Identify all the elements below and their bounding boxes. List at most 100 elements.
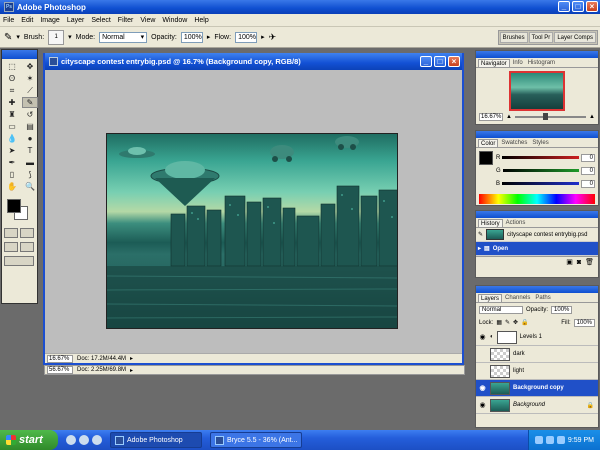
- layers-palette-header[interactable]: [476, 286, 598, 293]
- security-icon[interactable]: [556, 436, 565, 444]
- eye-icon[interactable]: ◉: [478, 333, 487, 341]
- mode-select[interactable]: Normal ▾: [99, 31, 148, 43]
- dodge-tool-icon[interactable]: ●: [22, 133, 38, 144]
- magic-wand-tool-icon[interactable]: ✶: [22, 73, 38, 84]
- brush-tool-icon[interactable]: ✎: [4, 32, 12, 43]
- navigator-zoom-slider[interactable]: [514, 113, 587, 120]
- zoom-tool-icon[interactable]: 🔍: [22, 181, 38, 192]
- palette-well-tab-layer-comps[interactable]: Layer Comps: [554, 32, 596, 43]
- notes-tool-icon[interactable]: ▯: [4, 169, 20, 180]
- tool-preset-dropdown-icon[interactable]: ▾: [16, 33, 20, 41]
- gradient-tool-icon[interactable]: ▤: [22, 121, 38, 132]
- crop-tool-icon[interactable]: ⌗: [4, 85, 20, 96]
- layer-row[interactable]: ◉ ◐ Levels 1: [476, 329, 598, 346]
- canvas-image[interactable]: [106, 133, 398, 329]
- history-palette-header[interactable]: [476, 211, 598, 218]
- shape-tool-icon[interactable]: ▬: [22, 157, 38, 168]
- marquee-tool-icon[interactable]: ⬚: [4, 61, 20, 72]
- standard-mode-button[interactable]: [4, 228, 18, 238]
- document-title-bar[interactable]: cityscape contest entrybig.psd @ 16.7% (…: [45, 53, 462, 70]
- lock-transparency-icon[interactable]: ▦: [496, 319, 502, 326]
- network-icon[interactable]: [534, 436, 543, 444]
- lock-pixels-icon[interactable]: ✎: [505, 319, 510, 326]
- pen-tool-icon[interactable]: ✒: [4, 157, 20, 168]
- airbrush-icon[interactable]: ✈: [269, 32, 277, 43]
- type-tool-icon[interactable]: T: [22, 145, 38, 156]
- tab-layers[interactable]: Layers: [478, 294, 503, 302]
- minimize-button[interactable]: _: [558, 1, 570, 12]
- channel-r-value[interactable]: 0: [581, 153, 595, 162]
- layer-row[interactable]: light: [476, 363, 598, 380]
- hand-tool-icon[interactable]: ✋: [4, 181, 20, 192]
- chevron-right-icon[interactable]: ▸: [130, 355, 133, 362]
- color-ramp[interactable]: [479, 194, 595, 204]
- toolbox-header[interactable]: [2, 50, 37, 59]
- internet-explorer-icon[interactable]: [66, 435, 76, 445]
- tab-info[interactable]: Info: [511, 59, 525, 67]
- channel-b-slider[interactable]: [502, 182, 579, 185]
- tab-paths[interactable]: Paths: [533, 294, 552, 302]
- media-player-icon[interactable]: [92, 435, 102, 445]
- history-snapshot[interactable]: ✎ cityscape contest entrybig.psd: [476, 228, 598, 242]
- blend-mode-select[interactable]: Normal: [479, 305, 523, 314]
- tab-history[interactable]: History: [478, 219, 503, 227]
- history-state-open[interactable]: ▸ ▤ Open: [476, 242, 598, 256]
- tab-histogram[interactable]: Histogram: [526, 59, 557, 67]
- clone-stamp-tool-icon[interactable]: ♜: [4, 109, 20, 120]
- layer-row[interactable]: ◉ Background copy: [476, 380, 598, 397]
- layer-row[interactable]: dark: [476, 346, 598, 363]
- layer-row[interactable]: ◉ Background 🔒: [476, 397, 598, 414]
- navigator-palette-header[interactable]: [476, 51, 598, 58]
- menu-select[interactable]: Select: [91, 17, 110, 24]
- delete-state-icon[interactable]: 🗑: [585, 258, 594, 266]
- lock-position-icon[interactable]: ✥: [513, 319, 518, 326]
- channel-r-slider[interactable]: [502, 156, 579, 159]
- opacity-slider-arrow-icon[interactable]: ▸: [207, 33, 211, 41]
- menu-layer[interactable]: Layer: [67, 17, 85, 24]
- flow-slider-arrow-icon[interactable]: ▸: [261, 33, 265, 41]
- chevron-right-icon[interactable]: ▸: [130, 367, 133, 374]
- volume-icon[interactable]: [545, 436, 554, 444]
- layers-fill-input[interactable]: 100%: [573, 318, 595, 327]
- eyedropper-tool-icon[interactable]: ⟆: [22, 169, 38, 180]
- tab-channels[interactable]: Channels: [503, 294, 532, 302]
- standard-screen-mode-button[interactable]: [4, 242, 18, 252]
- menu-image[interactable]: Image: [40, 17, 59, 24]
- history-brush-source-icon[interactable]: ✎: [478, 231, 483, 238]
- zoom-in-icon[interactable]: ▲: [589, 114, 595, 120]
- path-selection-tool-icon[interactable]: ➤: [4, 145, 20, 156]
- background-window-zoom[interactable]: 56.67%: [47, 366, 73, 374]
- eye-icon[interactable]: ◉: [478, 401, 487, 409]
- new-snapshot-icon[interactable]: ◙: [577, 259, 581, 266]
- document-maximize-button[interactable]: □: [434, 56, 446, 67]
- brush-tool-icon[interactable]: ✎: [22, 97, 38, 108]
- move-tool-icon[interactable]: ✥: [22, 61, 38, 72]
- healing-brush-tool-icon[interactable]: ✚: [4, 97, 20, 108]
- navigator-zoom-field[interactable]: 16.67%: [479, 113, 503, 121]
- palette-well-tab-tool-presets[interactable]: Tool Pr: [528, 32, 554, 43]
- menu-edit[interactable]: Edit: [21, 17, 33, 24]
- taskbar-item-bryce[interactable]: Bryce 5.5 - 36% (Ant...: [210, 432, 302, 448]
- lock-all-icon[interactable]: 🔒: [521, 319, 528, 326]
- channel-g-value[interactable]: 0: [581, 166, 595, 175]
- brush-preset-picker[interactable]: 1: [48, 29, 65, 45]
- taskbar-item-photoshop[interactable]: Adobe Photoshop: [110, 432, 202, 448]
- tab-color[interactable]: Color: [478, 139, 499, 147]
- channel-b-value[interactable]: 0: [581, 179, 595, 188]
- imageready-button[interactable]: [4, 256, 34, 266]
- color-palette-foreground-swatch[interactable]: [479, 151, 493, 165]
- layers-opacity-input[interactable]: 100%: [551, 305, 573, 314]
- app-title-bar[interactable]: Ps Adobe Photoshop _ □ ×: [0, 0, 600, 14]
- slice-tool-icon[interactable]: ⟋: [22, 85, 38, 96]
- blur-tool-icon[interactable]: 💧: [4, 133, 20, 144]
- menu-window[interactable]: Window: [162, 17, 187, 24]
- menu-help[interactable]: Help: [194, 17, 208, 24]
- foreground-color-swatch[interactable]: [7, 199, 21, 213]
- navigator-thumbnail[interactable]: [509, 71, 565, 111]
- menu-filter[interactable]: Filter: [118, 17, 134, 24]
- history-brush-tool-icon[interactable]: ↺: [22, 109, 38, 120]
- color-palette-header[interactable]: [476, 131, 598, 138]
- menu-file[interactable]: File: [3, 17, 14, 24]
- maximize-button[interactable]: □: [572, 1, 584, 12]
- tab-navigator[interactable]: Navigator: [478, 59, 510, 67]
